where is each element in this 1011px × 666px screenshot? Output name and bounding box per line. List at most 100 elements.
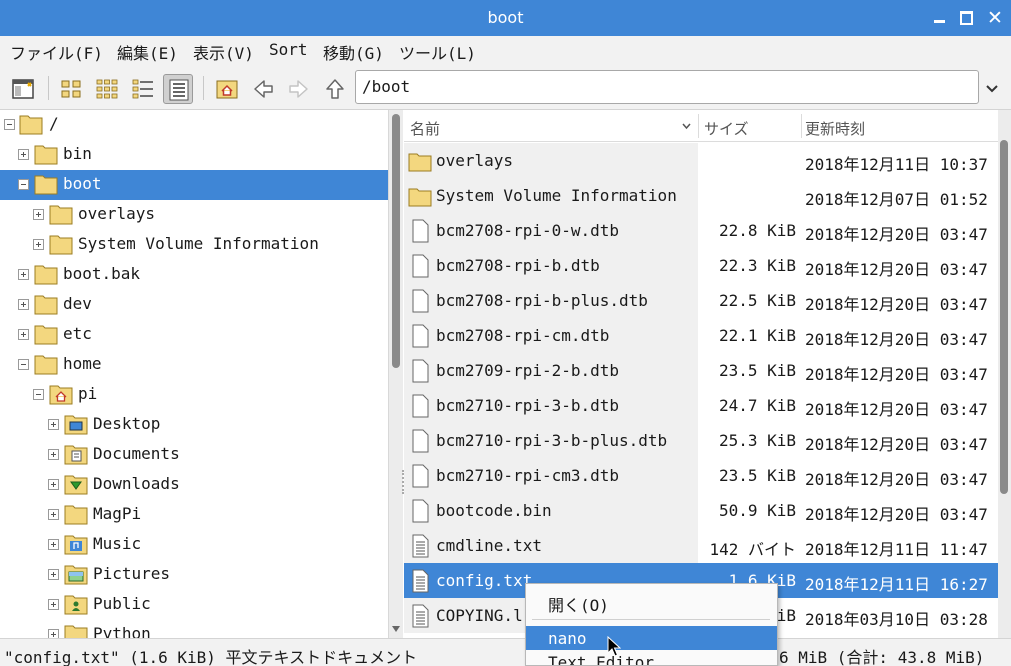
arrow-right-icon [289,80,308,98]
file-icon [412,254,429,278]
table-row[interactable]: cmdline.txt 142 バイト 2018年12月11日 11:47 [404,528,998,563]
title-bar: boot ✕ [0,0,1011,36]
column-header-row: 名前 サイズ 更新時刻 [404,110,998,142]
collapse-toggle[interactable] [18,359,29,370]
table-row[interactable]: bcm2710-rpi-cm3.dtb 23.5 KiB 2018年12月20日… [404,458,998,493]
tree-item-home[interactable]: home [0,350,388,380]
expand-toggle[interactable] [18,299,29,310]
expand-toggle[interactable] [48,419,59,430]
folder-tree: / bin boot overlays System Volume Inform… [0,110,388,638]
tree-item-boot[interactable]: boot [0,170,388,200]
column-header-name[interactable]: 名前 [410,118,440,139]
tree-item-system-volume-information[interactable]: System Volume Information [0,230,388,260]
tree-item-etc[interactable]: etc [0,320,388,350]
menu-file[interactable]: ファイル(F) [10,40,103,64]
table-row[interactable]: bcm2708-rpi-cm.dtb 22.1 KiB 2018年12月20日 … [404,318,998,353]
icon-view-button[interactable] [56,74,86,104]
compact-view-button[interactable] [128,74,158,104]
menu-tools[interactable]: ツール(L) [399,40,476,64]
context-menu-nano[interactable]: nano [526,626,777,650]
file-icon [412,324,429,348]
expand-toggle[interactable] [48,599,59,610]
pictures-folder-icon [64,565,88,585]
table-row[interactable]: bcm2708-rpi-b.dtb 22.3 KiB 2018年12月20日 0… [404,248,998,283]
tree-item-boot-bak[interactable]: boot.bak [0,260,388,290]
expand-toggle[interactable] [33,239,44,250]
expand-toggle[interactable] [48,449,59,460]
table-row[interactable]: bcm2708-rpi-b-plus.dtb 22.5 KiB 2018年12月… [404,283,998,318]
up-button[interactable] [320,74,350,104]
tree-item-python[interactable]: Python [0,620,388,638]
table-row[interactable]: bcm2710-rpi-3-b-plus.dtb 25.3 KiB 2018年1… [404,423,998,458]
scroll-down-arrow-icon[interactable] [392,626,400,632]
text-file-icon [412,534,429,558]
icon-view-icon [61,80,81,98]
menu-edit[interactable]: 編集(E) [117,40,178,64]
detailed-list-view-button[interactable] [163,74,193,104]
collapse-toggle[interactable] [4,119,15,130]
context-menu-text-editor[interactable]: Text Editor [526,650,777,665]
close-button[interactable]: ✕ [985,8,1005,28]
tree-item-dev[interactable]: dev [0,290,388,320]
expand-toggle[interactable] [48,539,59,550]
collapse-toggle[interactable] [18,179,29,190]
expand-toggle[interactable] [18,269,29,280]
table-row[interactable]: System Volume Information 2018年12月07日 01… [404,178,998,213]
collapse-toggle[interactable] [33,389,44,400]
expand-toggle[interactable] [48,629,59,638]
thumbnail-view-button[interactable] [92,74,122,104]
context-menu: 開く(O) nano Text Editor [525,583,778,666]
expand-toggle[interactable] [48,479,59,490]
context-menu-separator [532,619,770,620]
folder-icon [34,325,58,345]
tree-item-public[interactable]: Public [0,590,388,620]
tree-item-bin[interactable]: bin [0,140,388,170]
tree-item-documents[interactable]: Documents [0,440,388,470]
column-header-modified[interactable]: 更新時刻 [805,118,865,139]
expand-toggle[interactable] [33,209,44,220]
file-icon [412,219,429,243]
file-list-scrollbar[interactable] [998,110,1011,638]
expand-toggle[interactable] [48,569,59,580]
folder-icon [64,505,88,525]
expand-toggle[interactable] [18,329,29,340]
table-row[interactable]: bootcode.bin 50.9 KiB 2018年12月20日 03:47 [404,493,998,528]
menu-sort[interactable]: Sort [269,40,308,59]
expand-toggle[interactable] [18,149,29,160]
file-icon [412,289,429,313]
forward-button[interactable] [284,74,314,104]
menu-go[interactable]: 移動(G) [323,40,384,64]
tree-item-downloads[interactable]: Downloads [0,470,388,500]
minimize-button[interactable] [930,8,950,28]
table-row[interactable]: bcm2709-rpi-2-b.dtb 23.5 KiB 2018年12月20日… [404,353,998,388]
tree-item-music[interactable]: Music [0,530,388,560]
context-menu-open[interactable]: 開く(O) [526,589,777,615]
table-row[interactable]: bcm2710-rpi-3-b.dtb 24.7 KiB 2018年12月20日… [404,388,998,423]
tree-item-overlays[interactable]: overlays [0,200,388,230]
column-header-size[interactable]: サイズ [704,118,749,139]
public-folder-icon [64,595,88,615]
tree-scrollbar[interactable] [388,110,404,638]
file-list-scrollbar-thumb[interactable] [1000,140,1008,494]
menu-bar: ファイル(F) 編集(E) 表示(V) Sort 移動(G) ツール(L) [0,36,1011,64]
home-button[interactable] [212,74,242,104]
tree-scrollbar-thumb[interactable] [392,114,400,368]
expand-toggle[interactable] [48,509,59,520]
table-row[interactable]: overlays 2018年12月11日 10:37 [404,143,998,178]
new-window-button[interactable] [8,74,38,104]
thumbnail-view-icon [96,79,118,99]
location-dropdown-button[interactable] [985,80,999,94]
tree-item-pictures[interactable]: Pictures [0,560,388,590]
tree-item-root[interactable]: / [0,110,388,140]
back-button[interactable] [248,74,278,104]
tree-item-desktop[interactable]: Desktop [0,410,388,440]
file-icon [412,359,429,383]
location-bar[interactable]: /boot [355,70,979,104]
maximize-button[interactable] [957,8,977,28]
text-file-icon [412,569,429,593]
menu-view[interactable]: 表示(V) [193,40,254,64]
folder-icon [34,295,58,315]
tree-item-magpi[interactable]: MagPi [0,500,388,530]
table-row[interactable]: bcm2708-rpi-0-w.dtb 22.8 KiB 2018年12月20日… [404,213,998,248]
tree-item-pi[interactable]: pi [0,380,388,410]
